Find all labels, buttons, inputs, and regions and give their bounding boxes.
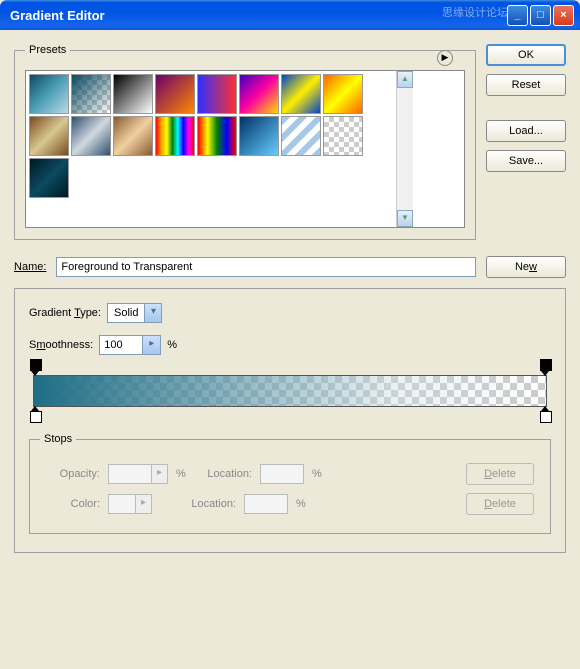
window-title: Gradient Editor [6, 8, 507, 23]
color-swatch [108, 494, 136, 514]
name-label: Name: [14, 261, 46, 273]
new-button[interactable]: New [486, 256, 566, 278]
color-location-field [244, 494, 288, 514]
smoothness-label: Smoothness: [29, 339, 93, 351]
preset-swatch[interactable] [155, 116, 195, 156]
preset-swatch[interactable] [197, 116, 237, 156]
smoothness-input[interactable]: ▸ [99, 335, 161, 355]
color-label: Color: [40, 498, 100, 510]
color-stop-left[interactable] [29, 409, 41, 423]
load-button[interactable]: Load... [486, 120, 566, 142]
presets-menu-button[interactable]: ▶ [437, 50, 453, 66]
stops-group: Stops Opacity: ▸ % Location: % Delete Co… [29, 433, 551, 534]
chevron-right-icon: ▸ [152, 464, 168, 484]
gradient-type-select[interactable]: Solid ▾ [107, 303, 162, 323]
delete-color-button: Delete [466, 493, 534, 515]
preset-swatch[interactable] [281, 116, 321, 156]
ok-button[interactable]: OK [486, 44, 566, 66]
opacity-stop-right[interactable] [539, 359, 551, 373]
presets-group: Presets ▶ ▲ ▼ [14, 44, 476, 240]
presets-label: Presets [25, 44, 70, 56]
presets-scrollbar[interactable]: ▲ ▼ [396, 71, 413, 227]
name-input[interactable] [56, 257, 476, 277]
preset-swatch[interactable] [155, 74, 195, 114]
preset-swatch[interactable] [281, 74, 321, 114]
scroll-up-icon[interactable]: ▲ [397, 71, 413, 88]
stops-label: Stops [40, 433, 76, 445]
preset-swatch[interactable] [239, 116, 279, 156]
location-label: Location: [180, 498, 236, 510]
gradient-bar[interactable] [33, 375, 547, 407]
save-button[interactable]: Save... [486, 150, 566, 172]
preset-grid [26, 71, 396, 227]
color-stop-right[interactable] [539, 409, 551, 423]
preset-swatch[interactable] [113, 116, 153, 156]
opacity-field [108, 464, 152, 484]
watermark: 思缘设计论坛 [442, 4, 508, 20]
preset-swatch[interactable] [239, 74, 279, 114]
reset-button[interactable]: Reset [486, 74, 566, 96]
window-buttons: _ □ × [507, 5, 574, 26]
preset-swatch[interactable] [29, 158, 69, 198]
gradient-bar-area [33, 375, 547, 407]
opacity-stop-left[interactable] [29, 359, 41, 373]
minimize-button[interactable]: _ [507, 5, 528, 26]
titlebar: Gradient Editor 思缘设计论坛 _ □ × [0, 0, 580, 30]
preset-swatch[interactable] [323, 74, 363, 114]
preset-swatch[interactable] [29, 74, 69, 114]
preset-swatch[interactable] [29, 116, 69, 156]
chevron-down-icon: ▾ [144, 303, 162, 323]
opacity-location-field [260, 464, 304, 484]
smoothness-suffix: % [167, 339, 177, 351]
gradient-type-label: Gradient Type: [29, 307, 101, 319]
close-button[interactable]: × [553, 5, 574, 26]
delete-opacity-button: Delete [466, 463, 534, 485]
location-label: Location: [196, 468, 252, 480]
preset-swatch[interactable] [113, 74, 153, 114]
preset-swatch[interactable] [323, 116, 363, 156]
maximize-button[interactable]: □ [530, 5, 551, 26]
chevron-right-icon: ▸ [136, 494, 152, 514]
scroll-down-icon[interactable]: ▼ [397, 210, 413, 227]
preset-swatch[interactable] [71, 116, 111, 156]
preset-swatch[interactable] [71, 74, 111, 114]
gradient-settings-group: Gradient Type: Solid ▾ Smoothness: ▸ % S… [14, 288, 566, 553]
preset-swatch[interactable] [197, 74, 237, 114]
opacity-label: Opacity: [40, 468, 100, 480]
chevron-right-icon: ▸ [143, 335, 161, 355]
